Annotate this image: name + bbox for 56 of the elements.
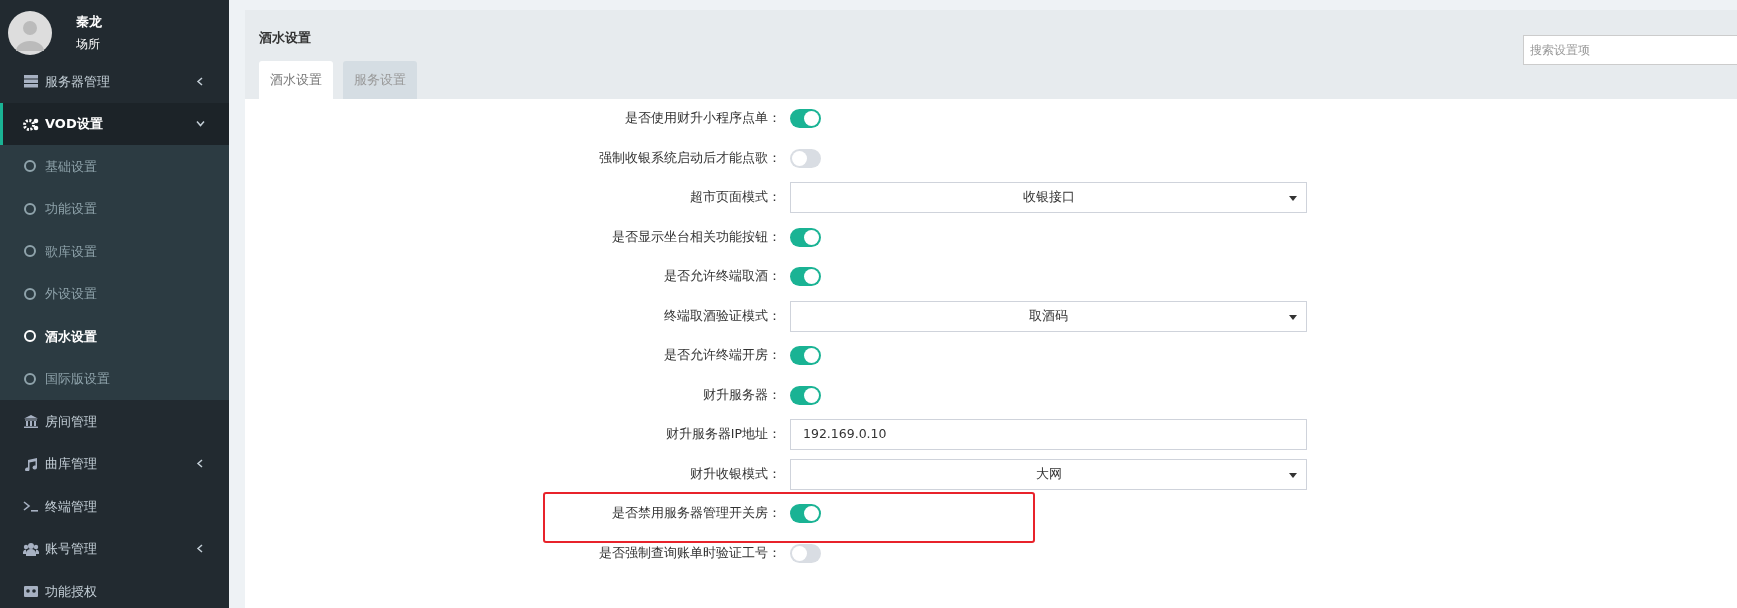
sidebar-item[interactable]: 服务器管理 bbox=[0, 60, 229, 103]
music-note-icon bbox=[23, 456, 39, 471]
setting-label: 是否强制查询账单时验证工号： bbox=[598, 543, 782, 562]
sidebar-item[interactable]: 功能授权 bbox=[0, 570, 229, 608]
submenu-item[interactable]: 外设设置 bbox=[0, 272, 229, 315]
setting-label: 财升收银模式： bbox=[689, 464, 782, 483]
sidebar-item[interactable]: 曲库管理 bbox=[0, 442, 229, 485]
chevron-icon bbox=[196, 544, 205, 554]
sidebar-item[interactable]: 房间管理 bbox=[0, 400, 229, 443]
tab[interactable]: 酒水设置 bbox=[259, 61, 333, 99]
setting-label: 财升服务器IP地址： bbox=[664, 425, 782, 444]
input-field[interactable]: 192.169.0.10 bbox=[790, 419, 1307, 451]
submenu-item[interactable]: 酒水设置 bbox=[0, 315, 229, 358]
sidebar-item[interactable]: 终端管理 bbox=[0, 485, 229, 528]
caret-icon bbox=[1289, 472, 1297, 478]
select-field[interactable]: 取酒码 bbox=[790, 300, 1307, 332]
caret-icon bbox=[1289, 314, 1297, 320]
sidebar-item[interactable]: VOD设置 bbox=[0, 102, 229, 145]
toggle-switch[interactable] bbox=[790, 227, 821, 247]
setting-label: 强制收银系统启动后才能点歌： bbox=[598, 148, 782, 167]
toggle-switch[interactable] bbox=[790, 267, 821, 287]
toggle-switch[interactable] bbox=[790, 504, 821, 524]
chevron-icon bbox=[196, 459, 205, 469]
chevron-icon bbox=[196, 119, 205, 129]
setting-label: 是否显示坐台相关功能按钮： bbox=[611, 227, 782, 246]
user-name: 秦龙 bbox=[76, 12, 102, 31]
chevron-icon bbox=[196, 76, 205, 86]
toggle-switch[interactable] bbox=[790, 109, 821, 129]
setting-label: 是否使用财升小程序点单： bbox=[624, 109, 782, 128]
setting-label: 是否禁用服务器管理开关房： bbox=[611, 504, 782, 523]
select-field[interactable]: 收银接口 bbox=[790, 182, 1307, 214]
sidebar-item[interactable]: 账号管理 bbox=[0, 527, 229, 570]
toggle-switch[interactable] bbox=[790, 148, 821, 168]
id-card-icon bbox=[23, 584, 39, 599]
toggle-switch[interactable] bbox=[790, 346, 821, 366]
bank-icon bbox=[23, 414, 39, 429]
setting-label: 是否允许终端开房： bbox=[663, 346, 782, 365]
server-icon bbox=[23, 74, 39, 89]
user-role: 场所 bbox=[76, 36, 101, 54]
select-field[interactable]: 大网 bbox=[790, 458, 1307, 490]
avatar-silhouette bbox=[8, 10, 52, 55]
submenu-item[interactable]: 歌库设置 bbox=[0, 230, 229, 273]
terminal-icon bbox=[23, 499, 39, 514]
search-field[interactable]: 搜索设置项 bbox=[1523, 35, 1737, 65]
toggle-switch[interactable] bbox=[790, 385, 821, 405]
setting-label: 是否允许终端取酒： bbox=[663, 267, 782, 286]
submenu-item[interactable]: 功能设置 bbox=[0, 187, 229, 230]
panel-title: 酒水设置 bbox=[259, 29, 311, 47]
submenu-item[interactable]: 基础设置 bbox=[0, 145, 229, 188]
toggle-switch[interactable] bbox=[790, 543, 821, 563]
setting-label: 超市页面模式： bbox=[689, 188, 782, 207]
setting-label: 财升服务器： bbox=[702, 385, 782, 404]
submenu-item[interactable]: 国际版设置 bbox=[0, 357, 229, 400]
caret-icon bbox=[1289, 196, 1297, 202]
users-icon bbox=[23, 541, 39, 556]
setting-label: 终端取酒验证模式： bbox=[663, 306, 782, 325]
